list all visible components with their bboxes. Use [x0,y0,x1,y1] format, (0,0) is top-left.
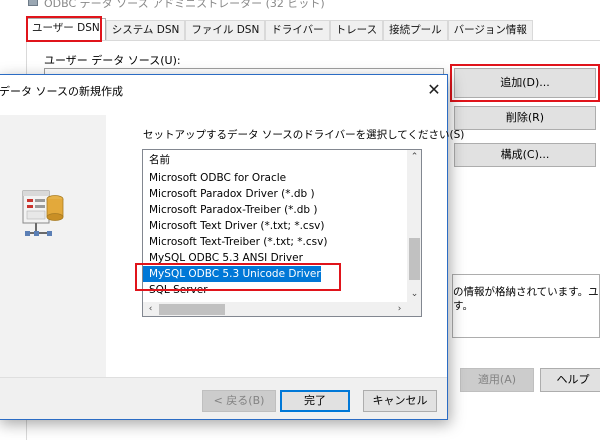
horizontal-scroll-thumb[interactable] [159,304,225,315]
info-text-line2: す。 [453,300,473,312]
finish-button[interactable]: 完了 [280,390,350,412]
odbc-admin-title: ODBC データ ソース アドミニストレーター (32 ビット) [44,0,325,10]
wizard-side-panel [0,115,106,377]
driver-list: 名前 Microsoft ODBC for Oracle Microsoft P… [143,150,407,302]
back-button[interactable]: < 戻る(B) [202,390,276,412]
tab-strip: ユーザー DSN システム DSN ファイル DSN ドライバー トレース 接続… [26,18,533,40]
add-button[interactable]: 追加(D)... [454,68,596,98]
tab-file-dsn[interactable]: ファイル DSN [185,20,266,40]
tab-connection-pooling[interactable]: 接続プール [383,20,448,40]
list-item[interactable]: Microsoft Paradox Driver (*.db ) [143,186,407,202]
list-item[interactable]: MySQL ODBC 5.3 ANSI Driver [143,250,407,266]
scroll-left-icon[interactable]: ‹ [143,302,158,316]
dialog-footer: < 戻る(B) 完了 キャンセル [0,377,447,419]
driver-select-prompt: セットアップするデータ ソースのドライバーを選択してください(S) [143,129,465,141]
create-new-data-source-dialog: データ ソースの新規作成 ✕ セットアップするデータ ソースのドライバーを選択し… [0,74,464,420]
cancel-button[interactable]: キャンセル [363,390,437,412]
user-data-sources-label: ユーザー データ ソース(U): [44,54,181,67]
scroll-down-icon[interactable]: ⌄ [407,287,421,302]
tab-user-dsn[interactable]: ユーザー DSN [26,18,106,40]
vertical-scroll-thumb[interactable] [409,238,420,280]
dialog-titlebar: データ ソースの新規作成 ✕ [0,75,447,105]
dialog-title: データ ソースの新規作成 [0,85,123,98]
apply-button[interactable]: 適用(A) [460,368,534,392]
list-header-name[interactable]: 名前 [143,152,407,168]
tab-tracing[interactable]: トレース [329,20,384,40]
driver-listbox[interactable]: 名前 Microsoft ODBC for Oracle Microsoft P… [142,149,422,317]
odbc-admin-titlebar: ODBC データ ソース アドミニストレーター (32 ビット) [0,0,600,10]
info-box: の情報が格納されています。ユーザ す。 [452,274,600,338]
tab-system-dsn[interactable]: システム DSN [105,20,186,40]
scroll-up-icon[interactable]: ⌃ [407,150,421,165]
remove-button[interactable]: 削除(R) [454,106,596,130]
horizontal-scrollbar[interactable]: ‹ › [143,302,407,316]
help-button[interactable]: ヘルプ [540,368,600,392]
configure-button[interactable]: 構成(C)... [454,143,596,167]
list-item[interactable]: Microsoft ODBC for Oracle [143,170,407,186]
odbc-app-icon [28,0,38,6]
list-item[interactable]: Microsoft Text-Treiber (*.txt; *.csv) [143,234,407,250]
scrollbar-corner [407,302,421,316]
list-item[interactable]: SQL Server [143,282,407,298]
close-icon[interactable]: ✕ [423,79,445,101]
info-text-line1: の情報が格納されています。ユーザ [453,286,599,298]
scroll-right-icon[interactable]: › [392,302,407,316]
tab-about[interactable]: バージョン情報 [447,20,533,40]
vertical-scrollbar[interactable]: ⌃ ⌄ [407,150,421,302]
list-item[interactable]: Microsoft Text Driver (*.txt; *.csv) [143,218,407,234]
list-item-selected[interactable]: MySQL ODBC 5.3 Unicode Driver [143,266,321,282]
tab-drivers[interactable]: ドライバー [265,20,330,40]
list-item[interactable]: Microsoft Paradox-Treiber (*.db ) [143,202,407,218]
database-wizard-icon [22,190,64,236]
